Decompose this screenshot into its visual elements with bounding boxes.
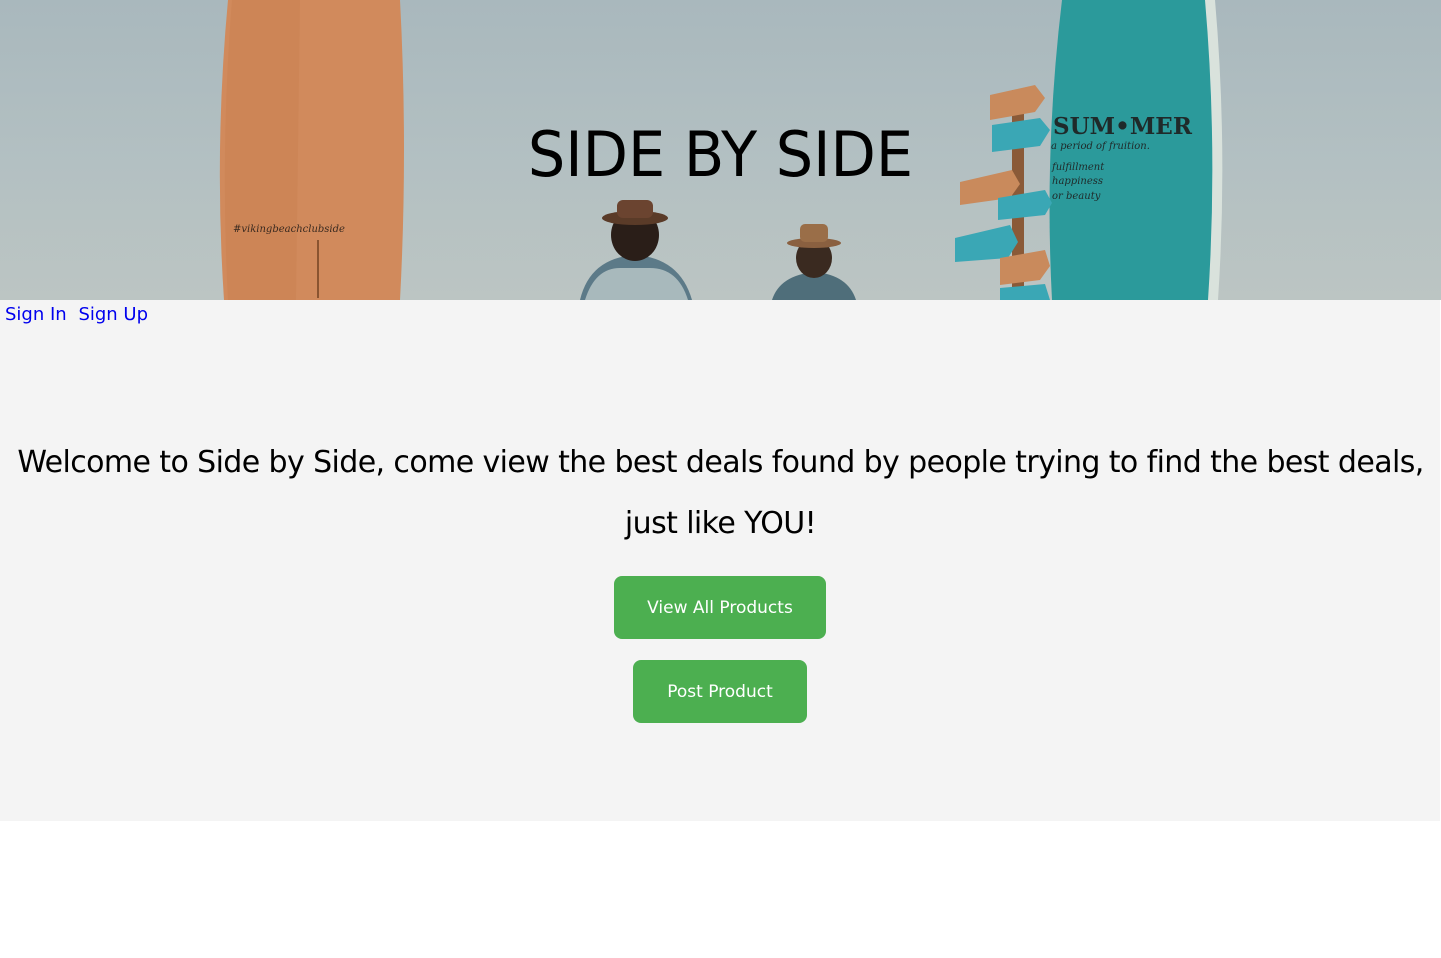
sign-up-link[interactable]: Sign Up (78, 304, 148, 325)
welcome-message: Welcome to Side by Side, come view the b… (0, 432, 1441, 554)
summer-line-3: or beauty (1052, 191, 1101, 202)
main-content (0, 300, 1440, 821)
surfboard-hashtag: #vikingbeachclubside (233, 224, 345, 235)
sign-in-link[interactable]: Sign In (5, 304, 67, 325)
welcome-line-1: Welcome to Side by Side, come view the b… (17, 445, 1424, 480)
hero-banner: #vikingbeachclubside SUM•MER a period of… (0, 0, 1441, 300)
welcome-line-2: just like YOU! (624, 506, 817, 541)
view-all-products-button[interactable]: View All Products (614, 576, 826, 639)
post-product-button[interactable]: Post Product (633, 660, 807, 723)
page-title: SIDE BY SIDE (527, 118, 914, 191)
people-silhouettes (580, 200, 856, 300)
auth-nav: Sign In Sign Up (5, 303, 154, 327)
